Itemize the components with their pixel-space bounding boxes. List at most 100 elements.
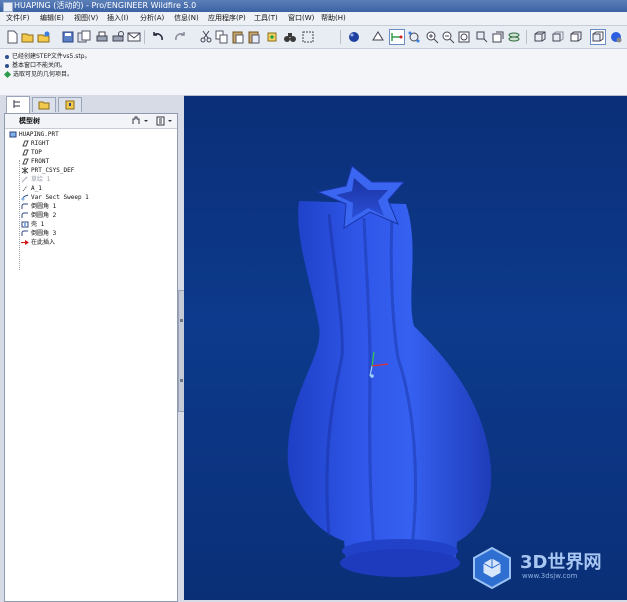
menu-file[interactable]: 文件(F) — [4, 12, 32, 25]
vase-model[interactable] — [184, 96, 627, 600]
tree-item-axis[interactable]: A_1 — [21, 184, 42, 193]
tree-item-front[interactable]: FRONT — [21, 157, 49, 166]
tree-show-icon[interactable] — [155, 115, 175, 126]
print-preview-icon[interactable] — [110, 29, 126, 45]
part-icon — [9, 131, 17, 138]
cube-logo-icon — [473, 546, 511, 590]
menu-view[interactable]: 视图(V) — [72, 12, 100, 25]
message-line: 选取可见的几何项目。 — [3, 69, 73, 79]
insert-here-icon — [21, 239, 29, 246]
new-file-icon[interactable] — [4, 29, 20, 45]
sweep-icon — [21, 194, 29, 201]
splitter-grip-icon — [180, 379, 183, 382]
datum-plane-icon — [21, 140, 29, 147]
save-icon[interactable] — [60, 29, 76, 45]
paste-icon[interactable] — [230, 29, 246, 45]
tree-item-round-2[interactable]: 倒圆角 2 — [21, 211, 56, 220]
no-hidden-icon[interactable] — [568, 29, 584, 45]
navigator-panel: 模型树 HUAPING.PRT RIGHT TOP FRONT PRT_CSYS… — [0, 95, 184, 602]
title-bar: HUAPING (活动的) - Pro/ENGINEER Wildfire 5.… — [0, 0, 627, 12]
hidden-line-icon[interactable] — [550, 29, 566, 45]
undo-icon[interactable] — [150, 29, 166, 45]
cut-icon[interactable] — [198, 29, 214, 45]
menu-edit[interactable]: 编辑(E) — [38, 12, 66, 25]
favorites-tab-icon[interactable] — [58, 97, 82, 112]
csys-icon — [21, 167, 29, 174]
tree-item-sweep[interactable]: Var Sect Sweep 1 — [21, 193, 89, 202]
saved-views-icon[interactable] — [490, 29, 506, 45]
menu-analysis[interactable]: 分析(A) — [138, 12, 166, 25]
copy-icon[interactable] — [214, 29, 230, 45]
vase-body[interactable] — [287, 201, 492, 569]
paste-special-icon[interactable] — [246, 29, 262, 45]
model-tree-title: 模型树 — [19, 117, 40, 125]
info-bullet-icon — [5, 54, 9, 59]
tree-item-sketch[interactable]: 草绘 1 — [21, 175, 50, 184]
watermark-text: 3D世界网 — [520, 552, 602, 573]
site-watermark: 3D世界网 www.3dsjw.com — [470, 544, 620, 594]
wireframe-icon[interactable] — [532, 29, 548, 45]
graphics-window[interactable]: 3D世界网 www.3dsjw.com — [184, 96, 627, 600]
print-icon[interactable] — [94, 29, 110, 45]
tree-item-part[interactable]: HUAPING.PRT — [9, 130, 59, 139]
zoom-in-icon[interactable] — [424, 29, 440, 45]
menu-window[interactable]: 窗口(W) — [286, 12, 316, 25]
find-icon[interactable] — [282, 29, 298, 45]
shell-icon — [21, 221, 29, 228]
spin-center-icon[interactable] — [406, 29, 422, 45]
app-icon — [3, 2, 13, 12]
regenerate-icon[interactable] — [264, 29, 280, 45]
shading-icon[interactable] — [590, 29, 606, 45]
layer-icon[interactable] — [370, 29, 386, 45]
model-tree-tab-icon[interactable] — [6, 96, 30, 113]
menu-insert[interactable]: 插入(I) — [105, 12, 131, 25]
tree-item-top[interactable]: TOP — [21, 148, 42, 157]
message-line: 基本窗口不能关闭。 — [5, 60, 66, 69]
message-line: 已经创建STEP文件vs5.stp。 — [5, 51, 91, 60]
email-icon[interactable] — [126, 29, 142, 45]
menu-tools[interactable]: 工具(T) — [252, 12, 280, 25]
tree-item-insert-here[interactable]: 在此插入 — [21, 238, 55, 247]
tree-item-round-1[interactable]: 倒圆角 1 — [21, 202, 56, 211]
menu-info[interactable]: 信息(N) — [172, 12, 201, 25]
menu-bar: 文件(F) 编辑(E) 视图(V) 插入(I) 分析(A) 信息(N) 应用程序… — [0, 12, 627, 26]
tree-item-csys[interactable]: PRT_CSYS_DEF — [21, 166, 74, 175]
select-box-icon[interactable] — [300, 29, 316, 45]
sketch-icon — [21, 176, 29, 183]
vase-base — [340, 549, 460, 577]
round-icon — [21, 230, 29, 237]
splitter-grip-icon — [180, 319, 183, 322]
main-toolbar — [0, 26, 627, 49]
round-icon — [21, 203, 29, 210]
view-manager-icon[interactable] — [506, 29, 522, 45]
open-session-icon[interactable] — [36, 29, 52, 45]
datum-display-icon[interactable] — [389, 29, 405, 45]
open-file-icon[interactable] — [20, 29, 36, 45]
model-tree: 模型树 HUAPING.PRT RIGHT TOP FRONT PRT_CSYS… — [4, 113, 178, 602]
datum-plane-icon — [21, 158, 29, 165]
zoom-out-icon[interactable] — [440, 29, 456, 45]
round-icon — [21, 212, 29, 219]
tree-item-right[interactable]: RIGHT — [21, 139, 49, 148]
tree-settings-icon[interactable] — [131, 115, 151, 126]
menu-applications[interactable]: 应用程序(P) — [206, 12, 248, 25]
tree-item-round-3[interactable]: 倒圆角 3 — [21, 229, 56, 238]
enhanced-realism-icon[interactable] — [608, 29, 624, 45]
tree-item-shell[interactable]: 壳 1 — [21, 220, 44, 229]
watermark-url: www.3dsjw.com — [522, 572, 578, 580]
refit-icon[interactable] — [456, 29, 472, 45]
menu-help[interactable]: 帮助(H) — [319, 12, 348, 25]
select-diamond-icon — [3, 70, 12, 79]
tree-guide-line — [19, 160, 20, 270]
reorient-icon[interactable] — [474, 29, 490, 45]
save-copy-icon[interactable] — [76, 29, 92, 45]
shading-sphere-icon[interactable] — [346, 29, 362, 45]
redo-icon[interactable] — [172, 29, 188, 45]
window-title: HUAPING (活动的) - Pro/ENGINEER Wildfire 5.… — [14, 1, 197, 10]
datum-plane-icon — [21, 149, 29, 156]
folder-browser-tab-icon[interactable] — [32, 97, 56, 112]
model-tree-header: 模型树 — [5, 114, 177, 129]
message-area: 已经创建STEP文件vs5.stp。 基本窗口不能关闭。 选取可见的几何项目。 — [0, 49, 627, 96]
axis-icon — [21, 185, 29, 192]
info-bullet-icon — [5, 63, 9, 68]
